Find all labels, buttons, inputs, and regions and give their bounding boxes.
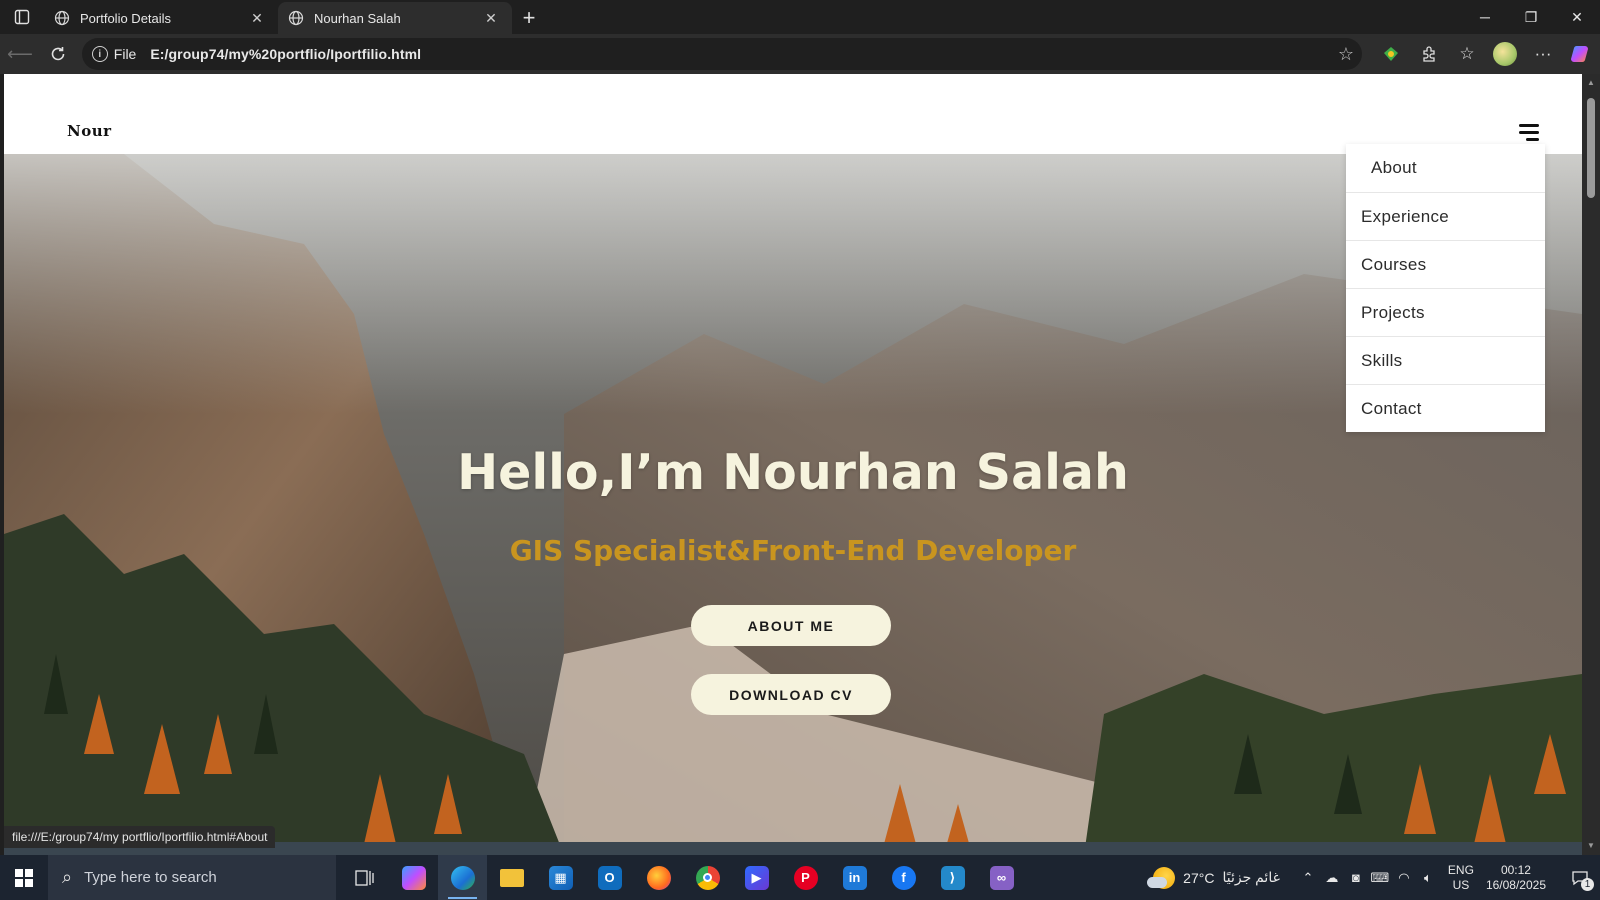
address-bar[interactable]: i File E:/group74/my%20portflio/Iportfil…: [81, 38, 1362, 70]
language-indicator[interactable]: ENG US: [1448, 863, 1474, 893]
window-controls: ─ ❐ ✕: [1462, 0, 1600, 34]
menu-item-courses[interactable]: Courses: [1346, 240, 1545, 288]
hero-subtitle: GIS Specialist&Front-End Developer: [509, 534, 1077, 567]
favorite-star-icon[interactable]: ☆: [1338, 44, 1354, 65]
tab-actions-button[interactable]: [0, 0, 44, 34]
browser-tab-bar: Portfolio Details ✕ Nourhan Salah ✕ + ─ …: [0, 0, 1600, 34]
system-tray: 27°C غائم جزئيًا ⌃ ☁ ◙ ⌨ ◠ 🔈︎ ENG US 00:…: [1147, 855, 1600, 900]
region-code: US: [1452, 877, 1470, 892]
taskbar-search-box[interactable]: ⌕ Type here to search: [48, 855, 336, 900]
start-button[interactable]: [0, 855, 48, 900]
page-scrollbar[interactable]: ▲ ▼: [1582, 74, 1600, 855]
site-header: Nour: [4, 74, 1582, 154]
link-status-bar: file:///E:/group74/my portflio/Iportfili…: [4, 826, 276, 848]
extension-green-icon[interactable]: [1372, 36, 1410, 72]
tab-nourhan-salah[interactable]: Nourhan Salah ✕: [278, 2, 512, 34]
visual-studio-icon[interactable]: ∞: [977, 855, 1026, 900]
minimize-icon[interactable]: ─: [1462, 0, 1508, 34]
extensions-icon[interactable]: [1410, 36, 1448, 72]
vscode-icon[interactable]: ⟩: [928, 855, 977, 900]
weather-temp: 27°C: [1183, 869, 1215, 886]
scroll-down-icon[interactable]: ▼: [1586, 841, 1596, 851]
scrollbar-thumb[interactable]: [1587, 98, 1595, 198]
refresh-button[interactable]: [40, 36, 76, 72]
url-text[interactable]: E:/group74/my%20portflio/Iportfilio.html: [150, 46, 1338, 62]
close-tab-icon[interactable]: ✕: [248, 9, 266, 27]
restore-icon[interactable]: ❐: [1508, 0, 1554, 34]
windows-logo-icon: [15, 868, 33, 887]
chrome-icon[interactable]: [683, 855, 732, 900]
profile-button[interactable]: [1486, 36, 1524, 72]
search-icon: ⌕: [62, 867, 73, 887]
avatar: [1493, 42, 1517, 66]
edge-taskbar-icon[interactable]: [438, 855, 487, 900]
hero-title: Hello,I’m Nourhan Salah: [457, 444, 1129, 501]
info-icon[interactable]: i: [91, 46, 108, 62]
notification-center-icon[interactable]: 1: [1560, 855, 1600, 900]
clock-date: 16/08/2025: [1485, 877, 1546, 892]
globe-icon: [54, 10, 70, 26]
download-cv-button[interactable]: DOWNLOAD CV: [691, 674, 891, 715]
back-button[interactable]: ⟵: [2, 36, 38, 72]
menu-item-projects[interactable]: Projects: [1346, 288, 1545, 336]
volume-icon[interactable]: 🔈︎: [1416, 870, 1440, 886]
tab-title: Nourhan Salah: [314, 10, 401, 26]
power-automate-icon[interactable]: ▶: [732, 855, 781, 900]
favorites-icon[interactable]: ☆: [1448, 36, 1486, 72]
wifi-icon[interactable]: ◠: [1392, 870, 1416, 886]
tab-portfolio-details[interactable]: Portfolio Details ✕: [44, 2, 278, 34]
close-tab-icon[interactable]: ✕: [482, 9, 500, 27]
copilot-taskbar-icon[interactable]: [389, 855, 438, 900]
copilot-icon[interactable]: [1562, 36, 1600, 72]
weather-condition: غائم جزئيًا: [1222, 869, 1280, 885]
language-code: ENG: [1447, 862, 1474, 877]
firefox-icon[interactable]: [634, 855, 683, 900]
refresh-icon: [51, 47, 65, 61]
search-placeholder: Type here to search: [84, 869, 217, 886]
facebook-icon[interactable]: f: [879, 855, 928, 900]
camera-icon[interactable]: ◙: [1344, 870, 1368, 885]
weather-widget[interactable]: 27°C غائم جزئيًا: [1147, 866, 1280, 889]
weather-icon: [1147, 866, 1176, 889]
onedrive-icon[interactable]: ☁: [1320, 870, 1344, 886]
hamburger-menu-icon[interactable]: [1517, 124, 1539, 142]
page-viewport: Nour Hello,I’m Nourhan Salah GIS Special…: [4, 74, 1582, 855]
windows-taskbar: ⌕ Type here to search ▦ O ▶ P in f ⟩ ∞ 2…: [0, 855, 1600, 900]
clock-time: 00:12: [1500, 862, 1531, 877]
menu-item-about[interactable]: About: [1346, 144, 1545, 192]
tab-title: Portfolio Details: [80, 10, 172, 26]
more-menu-icon[interactable]: ···: [1524, 36, 1562, 72]
browser-toolbar: ⟵ i File E:/group74/my%20portflio/Iportf…: [0, 34, 1600, 74]
scroll-up-icon[interactable]: ▲: [1586, 78, 1596, 88]
close-window-icon[interactable]: ✕: [1554, 0, 1600, 34]
menu-item-contact[interactable]: Contact: [1346, 384, 1545, 432]
site-logo[interactable]: Nour: [67, 122, 112, 140]
input-indicator-icon[interactable]: ⌨: [1368, 870, 1392, 886]
menu-item-skills[interactable]: Skills: [1346, 336, 1545, 384]
globe-icon: [288, 10, 304, 26]
clock[interactable]: 00:12 16/08/2025: [1486, 863, 1546, 893]
task-view-icon[interactable]: [340, 855, 389, 900]
outlook-icon[interactable]: O: [585, 855, 634, 900]
new-tab-button[interactable]: +: [512, 2, 546, 34]
linkedin-icon[interactable]: in: [830, 855, 879, 900]
notification-count: 1: [1581, 878, 1594, 891]
about-me-button[interactable]: ABOUT ME: [691, 605, 891, 646]
file-explorer-icon[interactable]: [487, 855, 536, 900]
pinterest-icon[interactable]: P: [781, 855, 830, 900]
store-icon[interactable]: ▦: [536, 855, 585, 900]
tab-actions-icon: [14, 9, 30, 25]
chevron-up-icon[interactable]: ⌃: [1296, 870, 1320, 886]
menu-item-experience[interactable]: Experience: [1346, 192, 1545, 240]
nav-dropdown-menu: About Experience Courses Projects Skills…: [1346, 144, 1545, 432]
scheme-label: File: [113, 46, 137, 62]
